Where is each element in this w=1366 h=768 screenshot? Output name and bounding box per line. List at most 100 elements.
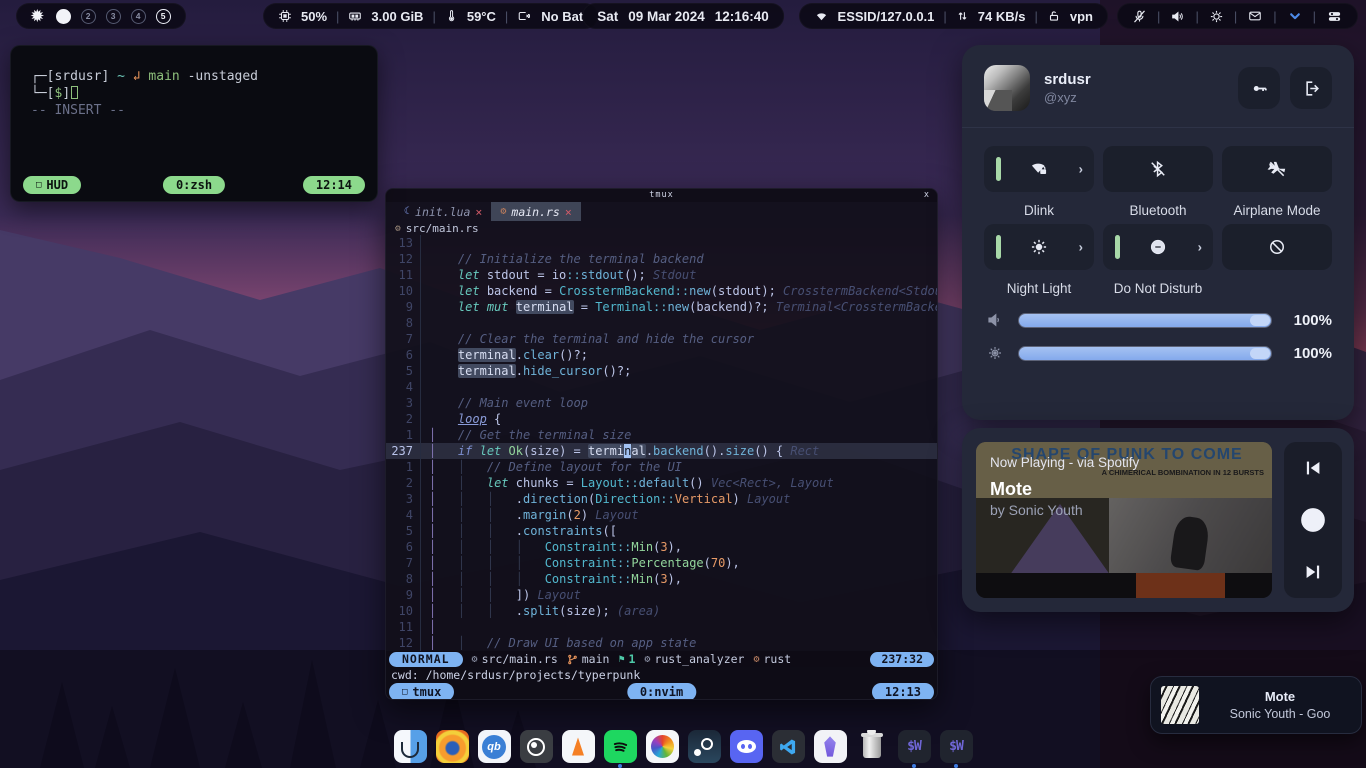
workspace-4[interactable]: 4 [131,9,146,24]
tmux-clock-badge: 12:13 [872,683,934,700]
media-notification[interactable]: Mote Sonic Youth - Goo [1150,676,1362,734]
keyring-button[interactable] [1238,67,1280,109]
prompt-username: srdusr [54,69,101,84]
tile-night-light[interactable]: › [984,224,1094,270]
code-line: 12│ │ // Draw UI based on app state [386,635,937,651]
notification-title: Mote [1199,689,1361,704]
next-track-button[interactable] [1298,557,1328,587]
mail-icon[interactable] [1247,9,1263,23]
workspace-3[interactable]: 3 [106,9,121,24]
rust-file-icon: ⚙ [472,654,478,665]
dashboard-toggles-icon[interactable] [1326,9,1343,24]
topbar-network-group: ESSID/127.0.0.1 | 74 KB/s | vpn [799,3,1108,29]
editor-tmux-statusbar: □tmux 0:nvim 12:13 [386,683,937,700]
dock-icon-obsidian[interactable] [814,730,847,763]
workspace-5[interactable]: 5 [156,9,171,24]
dock-icon-spotify[interactable] [604,730,637,763]
editor-terminal-window[interactable]: tmux x ☾ init.lua × ⚙ main.rs × ⚙ src/ma… [385,188,938,700]
code-line: 4│ │ │ .margin(2) Layout [386,507,937,523]
topbar-clock[interactable]: Sat 09 Mar 2024 12:16:40 [582,3,784,29]
line-number: 2 [386,475,420,491]
slider-knob[interactable] [1250,315,1270,326]
dock-icon-obs[interactable] [520,730,553,763]
line-number: 12 [386,635,420,651]
dock-icon-firefox[interactable] [436,730,469,763]
dock-icon-vlc[interactable] [562,730,595,763]
tmux-session-badge[interactable]: □HUD [23,176,81,194]
tile-bluetooth[interactable] [1103,146,1213,192]
dock-icon-qbittorrent[interactable]: qb [478,730,511,763]
code-line: 11 let stdout = io::stdout(); Stdout [386,267,937,283]
dock-icon-wezterm[interactable]: $W [898,730,931,763]
brightness-slider-row: 100% [962,344,1354,362]
quick-settings-grid: › Dlink Bluetooth Airplane Mode › Night … [962,128,1354,296]
chevron-right-icon[interactable]: › [1079,162,1083,177]
code-line-current: 237│ if let Ok(size) = terminal.backend(… [386,443,937,459]
cursor-position-badge: 237:32 [870,652,934,667]
workspace-1[interactable] [56,9,71,24]
breadcrumb: ⚙ src/main.rs [386,221,937,235]
tmux-window-badge[interactable]: 0:nvim [627,683,696,700]
previous-track-button[interactable] [1298,453,1328,483]
blocked-icon [1267,237,1287,257]
slider-knob[interactable] [1250,348,1270,359]
tab-close-icon[interactable]: × [565,205,572,219]
code-line: 4 [386,379,937,395]
git-status: -unstaged [188,69,258,84]
dock-icon-photos[interactable] [646,730,679,763]
tile-dlink[interactable]: › [984,146,1094,192]
shell-prompt-line1: ┌─[srdusr] ~ ↲ main -unstaged [31,68,377,85]
tmux-session-badge[interactable]: □tmux [389,683,454,700]
chevron-right-icon[interactable]: › [1198,240,1202,255]
microphone-muted-icon[interactable] [1132,9,1147,24]
settings-gear-icon[interactable] [1209,9,1224,24]
line-number: 10 [386,603,420,619]
dock-icon-vscode[interactable] [772,730,805,763]
chevron-right-icon[interactable]: › [1079,240,1083,255]
window-close-button[interactable]: x [924,190,929,200]
tab-init-lua[interactable]: ☾ init.lua × [395,202,491,221]
hud-terminal-window[interactable]: ┌─[srdusr] ~ ↲ main -unstaged └─[$] -- I… [10,45,378,202]
line-number: 12 [386,251,420,267]
git-branch: main [148,69,179,84]
dock-icon-wezterm-2[interactable]: $W [940,730,973,763]
line-number: 3 [386,395,420,411]
code-line: 5 terminal.hide_cursor()?; [386,363,937,379]
tile-label: Dlink [1024,192,1054,218]
rust-lang-icon: ⚙ [753,654,759,665]
tile-airplane-mode[interactable] [1222,146,1332,192]
brightness-slider[interactable] [1018,346,1272,361]
tile-blocked[interactable] [1222,224,1332,270]
window-titlebar[interactable]: tmux x [386,189,937,202]
logout-button[interactable] [1290,67,1332,109]
dock-icon-trash[interactable] [856,730,889,763]
topbar-left-group: ✹ 2345 [16,3,186,29]
memory-icon [348,9,362,23]
line-number: 10 [386,283,420,299]
line-number: 4 [386,379,420,395]
pause-button[interactable] [1298,505,1328,535]
media-controls [1284,442,1342,598]
volume-value: 100% [1284,312,1332,329]
code-line: 9│ │ │ ]) Layout [386,587,937,603]
dock-icon-discord[interactable] [730,730,763,763]
code-editor[interactable]: 1312 // Initialize the terminal backend1… [386,235,937,651]
volume-icon[interactable] [1170,9,1185,24]
battery-status: No Bat [541,9,583,24]
tab-main-rs[interactable]: ⚙ main.rs × [491,202,580,221]
tab-close-icon[interactable]: × [475,205,482,219]
line-number: 2 [386,411,420,427]
tmux-window-badge[interactable]: 0:zsh [163,176,225,194]
dock-icon-file-manager[interactable] [394,730,427,763]
volume-slider[interactable] [1018,313,1272,328]
notification-subtitle: Sonic Youth - Goo [1199,707,1361,721]
terminal-cursor [71,86,78,99]
code-line: 2│ │ let chunks = Layout::default() Vec<… [386,475,937,491]
chevron-down-icon[interactable] [1287,10,1303,23]
workspace-2[interactable]: 2 [81,9,96,24]
dock-icon-steam[interactable] [688,730,721,763]
media-player-card: SHAPE OF PUNK TO COME A CHIMERICAL BOMBI… [962,428,1354,612]
tile-do-not-disturb[interactable]: › [1103,224,1213,270]
code-line: 1│ │ // Define layout for the UI [386,459,937,475]
wifi-icon [814,10,829,23]
